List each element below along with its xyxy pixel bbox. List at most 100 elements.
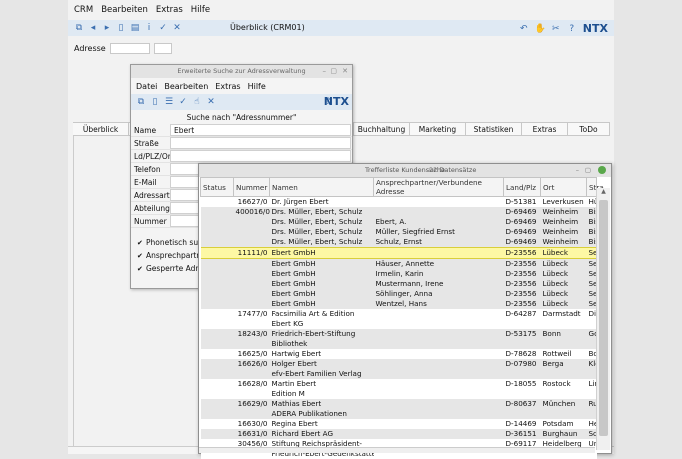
print-icon[interactable]: ▤ <box>130 23 140 33</box>
col-partner[interactable]: Ansprechpartner/Verbundene Adresse <box>374 178 504 197</box>
table-row[interactable]: ADERA Publikationen <box>201 409 597 419</box>
cell-partner <box>374 329 504 339</box>
close-icon[interactable] <box>598 166 606 174</box>
cell-partner <box>374 389 504 399</box>
cell-strasse <box>587 319 597 329</box>
street-input[interactable] <box>170 137 351 149</box>
hand-icon[interactable]: ✋ <box>535 24 545 34</box>
horizontal-scrollbar[interactable] <box>199 447 595 453</box>
delete-icon[interactable]: ✕ <box>172 23 182 33</box>
col-nummer[interactable]: Nummer <box>234 178 270 197</box>
col-ort[interactable]: Ort <box>541 178 587 197</box>
table-row[interactable]: Bibliothek <box>201 339 597 349</box>
cell-status <box>201 279 234 289</box>
col-strasse[interactable]: Stra <box>587 178 597 197</box>
maximize-icon[interactable]: ▢ <box>330 65 337 78</box>
menu-bearbeiten[interactable]: Bearbeiten <box>164 82 208 91</box>
minimize-icon[interactable]: – <box>576 164 579 177</box>
minimize-icon[interactable]: – <box>323 65 327 78</box>
cell-plz: D-18055 <box>504 379 541 389</box>
tab-todo[interactable]: ToDo <box>568 123 610 135</box>
menu-extras[interactable]: Extras <box>156 5 183 15</box>
cell-nummer: 16625/0 <box>234 349 270 359</box>
table-row[interactable]: Ebert GmbHMustermann, IreneD-23556Lübeck… <box>201 279 597 289</box>
table-row[interactable]: 16626/0Holger EbertD-07980BergaKle <box>201 359 597 369</box>
table-row[interactable]: 16629/0Mathias EbertD-80637MünchenRuf <box>201 399 597 409</box>
table-row[interactable]: Ebert GmbHWentzel, HansD-23556LübeckSeg <box>201 299 597 309</box>
tab-statistiken[interactable]: Statistiken <box>466 123 522 135</box>
col-status[interactable]: Status <box>201 178 234 197</box>
document-icon[interactable]: ▯ <box>150 97 160 107</box>
cell-nummer <box>234 217 270 227</box>
table-row[interactable]: 16628/0Martin EbertD-18055RostockLin <box>201 379 597 389</box>
table-row[interactable]: 16625/0Hartwig EbertD-78628RottweilBon <box>201 349 597 359</box>
tools-icon[interactable]: ✂ <box>551 24 561 34</box>
tab-extras[interactable]: Extras <box>522 123 568 135</box>
tab-buchhaltung[interactable]: Buchhaltung <box>354 123 410 135</box>
cell-nummer <box>234 389 270 399</box>
table-row[interactable]: Drs. Müller, Ebert, SchulzMüller, Siegfr… <box>201 227 597 237</box>
check-icon[interactable]: ✓ <box>178 97 188 107</box>
table-row[interactable]: Ebert GmbHSöhlinger, AnnaD-23556LübeckSe… <box>201 289 597 299</box>
vertical-scrollbar[interactable]: ▲ <box>596 188 610 450</box>
plz-ort-input[interactable] <box>170 150 351 162</box>
tab-ueberblick[interactable]: Überblick <box>73 123 129 135</box>
cell-name: Ebert GmbH <box>270 299 374 309</box>
table-row[interactable]: efv-Ebert Familien Verlag <box>201 369 597 379</box>
menu-crm[interactable]: CRM <box>74 5 93 15</box>
new-icon[interactable]: ▯ <box>116 23 126 33</box>
address-sub-input[interactable] <box>154 43 172 54</box>
cell-partner: Irmelin, Karin <box>374 269 504 279</box>
table-row[interactable]: 16630/0Regina EbertD-14469PotsdamHel <box>201 419 597 429</box>
table-row[interactable]: 11111/0Ebert GmbHD-23556LübeckSeg <box>201 248 597 259</box>
table-row[interactable]: 18243/0Friedrich-Ebert-StiftungD-53175Bo… <box>201 329 597 339</box>
table-row[interactable]: 400016/0Drs. Müller, Ebert, SchulzD-6946… <box>201 207 597 217</box>
cell-name: Dr. Jürgen Ebert <box>270 197 374 208</box>
check-icon[interactable]: ✓ <box>158 23 168 33</box>
table-row[interactable]: 16631/0Richard Ebert AGD-36151BurghaunSc… <box>201 429 597 439</box>
menu-extras[interactable]: Extras <box>215 82 240 91</box>
address-input[interactable] <box>110 43 150 54</box>
forward-icon[interactable]: ▸ <box>102 23 112 33</box>
phone-icon[interactable]: ↶ <box>519 24 529 34</box>
table-row[interactable]: Drs. Müller, Ebert, SchulzEbert, A.D-694… <box>201 217 597 227</box>
maximize-icon[interactable]: ▢ <box>585 164 591 177</box>
cell-status <box>201 269 234 279</box>
cell-partner: Mustermann, Irene <box>374 279 504 289</box>
delete-icon[interactable]: ✕ <box>206 97 216 107</box>
cell-name: Ebert GmbH <box>270 279 374 289</box>
binoculars-icon[interactable]: ⧉ <box>136 97 146 107</box>
menu-bearbeiten[interactable]: Bearbeiten <box>101 5 148 15</box>
table-row[interactable]: 16627/0Dr. Jürgen EbertD-51381Leverkusen… <box>201 197 597 208</box>
table-row[interactable]: Ebert KG <box>201 319 597 329</box>
binoculars-icon[interactable]: ⧉ <box>74 23 84 33</box>
cell-plz: D-23556 <box>504 259 541 270</box>
close-icon[interactable]: ✕ <box>342 65 348 78</box>
table-row[interactable]: 17477/0Facsimilia Art & EditionD-64287Da… <box>201 309 597 319</box>
info-icon[interactable]: i <box>144 23 154 33</box>
menu-hilfe[interactable]: Hilfe <box>248 82 266 91</box>
cell-plz <box>504 319 541 329</box>
pointer-icon[interactable]: ☝ <box>192 97 202 107</box>
col-plz[interactable]: Land/Plz <box>504 178 541 197</box>
back-icon[interactable]: ◂ <box>88 23 98 33</box>
cell-partner: Müller, Siegfried Ernst <box>374 227 504 237</box>
menu-datei[interactable]: Datei <box>136 82 157 91</box>
name-input[interactable]: Ebert <box>170 124 351 136</box>
table-row[interactable]: Ebert GmbHIrmelin, KarinD-23556LübeckSeg <box>201 269 597 279</box>
menu-hilfe[interactable]: Hilfe <box>191 5 210 15</box>
help-icon[interactable]: ? <box>567 24 577 34</box>
scroll-thumb[interactable] <box>599 200 608 436</box>
list-icon[interactable]: ☰ <box>164 97 174 107</box>
tab-marketing[interactable]: Marketing <box>410 123 466 135</box>
cell-plz: D-14469 <box>504 419 541 429</box>
col-namen[interactable]: Namen <box>270 178 374 197</box>
scroll-up-icon[interactable]: ▲ <box>597 188 610 198</box>
table-row[interactable]: Ebert GmbHHäuser, AnnetteD-23556LübeckSe… <box>201 259 597 270</box>
cell-partner <box>374 379 504 389</box>
menubar: CRM Bearbeiten Extras Hilfe <box>68 0 614 20</box>
cell-name: Martin Ebert <box>270 379 374 389</box>
field-label: Telefon <box>131 165 170 174</box>
table-row[interactable]: Edition M <box>201 389 597 399</box>
table-row[interactable]: Drs. Müller, Ebert, SchulzSchulz, ErnstD… <box>201 237 597 248</box>
